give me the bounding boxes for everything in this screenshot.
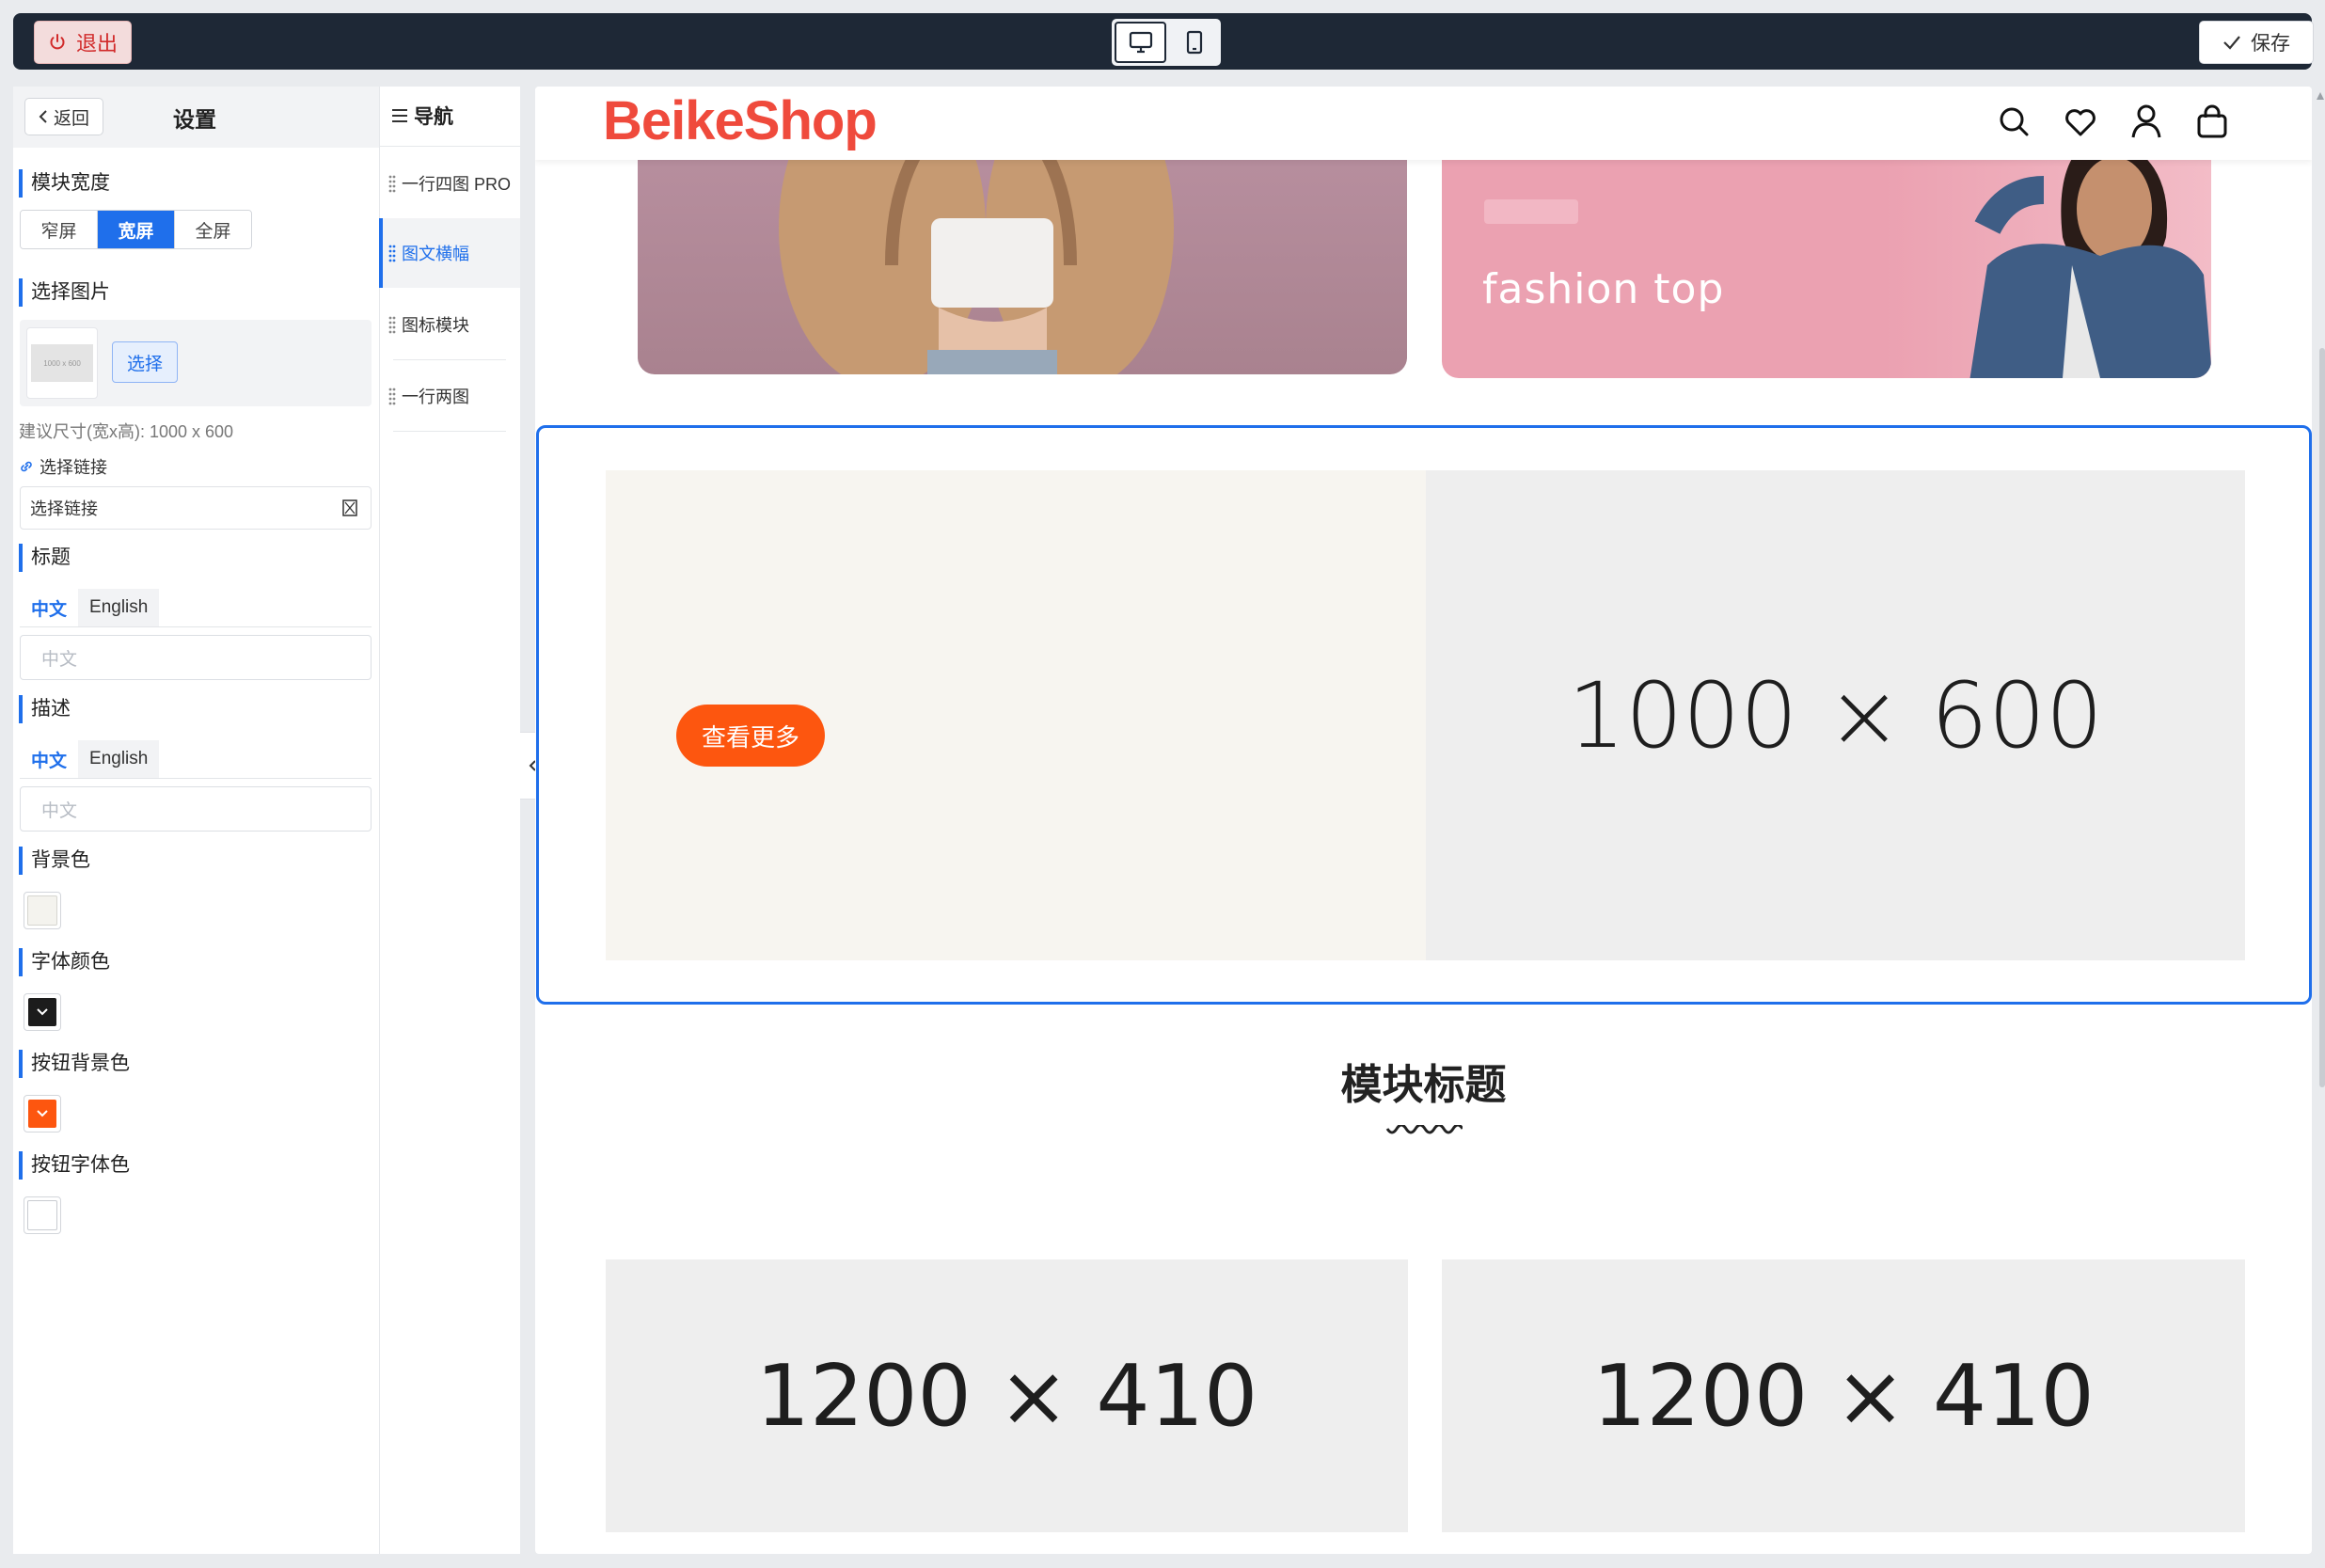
wave-divider-icon (1385, 1125, 1463, 1134)
font-color-fill (28, 998, 56, 1026)
bottom-image-right[interactable]: 1200 × 410 (1442, 1259, 2245, 1532)
button-bg-color-fill (28, 1100, 56, 1128)
image-placeholder[interactable]: 1000 × 600 (1426, 470, 2245, 960)
desc-section-label: 描述 (19, 695, 71, 723)
bg-color-fill (27, 895, 57, 926)
nav-item-image-text-banner[interactable]: 图文横幅 (379, 218, 520, 288)
choose-image-label: 选择图片 (19, 278, 110, 307)
nav-item-label: 一行两图 (402, 388, 469, 406)
button-font-color-swatch[interactable] (24, 1196, 61, 1234)
clear-icon[interactable] (342, 499, 357, 516)
preview-scrollbar[interactable] (2319, 348, 2325, 1087)
nav-divider (393, 431, 506, 432)
title-section-label: 标题 (19, 544, 71, 572)
choose-image-button[interactable]: 选择 (112, 341, 178, 383)
button-bg-color-label: 按钮背景色 (19, 1050, 130, 1078)
settings-title: 设置 (173, 107, 216, 132)
page-preview: fashion top BeikeShop 查看更多 1000 × 600 模块… (535, 87, 2312, 1554)
title-tab-zh[interactable]: 中文 (20, 589, 79, 626)
module-width-selector: 窄屏 宽屏 全屏 (20, 210, 252, 249)
bag-icon[interactable] (2195, 103, 2229, 139)
module-title: 模块标题 (1340, 1062, 1507, 1108)
search-icon[interactable] (1998, 105, 2032, 139)
module-width-label: 模块宽度 (19, 169, 110, 198)
exit-button[interactable]: 退出 (34, 21, 132, 64)
view-more-button[interactable]: 查看更多 (676, 705, 825, 767)
link-label: 选择链接 (40, 458, 107, 477)
width-option-narrow[interactable]: 窄屏 (21, 211, 98, 248)
nav-title-text: 导航 (414, 106, 453, 128)
title-tab-en[interactable]: English (78, 589, 160, 626)
drag-handle-icon[interactable] (388, 244, 396, 262)
desc-tab-divider (20, 778, 372, 779)
link-section: 选择链接 (19, 454, 107, 479)
nav-item-label: 图标模块 (402, 316, 469, 335)
nav-title: 导航 (391, 102, 453, 130)
link-selector[interactable]: 选择链接 (20, 486, 372, 530)
mobile-view-button[interactable] (1170, 22, 1218, 63)
brand-logo[interactable]: BeikeShop (603, 88, 878, 154)
desc-tab-zh[interactable]: 中文 (20, 740, 79, 778)
title-tab-divider (20, 626, 372, 627)
chevron-left-icon (39, 110, 47, 123)
save-label: 保存 (2251, 33, 2290, 55)
font-color-swatch[interactable] (24, 993, 61, 1031)
drag-handle-icon[interactable] (388, 315, 396, 334)
bottom-image-left[interactable]: 1200 × 410 (606, 1259, 1408, 1532)
nav-divider (393, 359, 506, 360)
desc-tab-en[interactable]: English (78, 740, 160, 778)
model-photo (1884, 143, 2211, 378)
link-field-value: 选择链接 (30, 499, 98, 518)
desc-lang-tabs: 中文 English (20, 740, 160, 778)
button-bg-color-swatch[interactable] (24, 1095, 61, 1132)
nav-item-four-images-pro[interactable]: 一行四图 PRO (379, 149, 520, 218)
nav-item-label: 一行四图 PRO (402, 175, 512, 194)
power-icon (50, 34, 65, 50)
back-button[interactable]: 返回 (24, 98, 103, 135)
back-label: 返回 (53, 108, 89, 129)
image-size-hint: 建议尺寸(宽x高): 1000 x 600 (19, 422, 234, 441)
chevron-down-icon (37, 1008, 48, 1016)
exit-label: 退出 (75, 32, 118, 55)
banner-caption: fashion top (1482, 265, 1725, 313)
drag-handle-icon[interactable] (388, 387, 396, 405)
phone-icon (1186, 30, 1202, 55)
banner-tag (1484, 199, 1578, 224)
nav-item-two-images[interactable]: 一行两图 (379, 361, 520, 431)
desktop-view-button[interactable] (1115, 22, 1166, 63)
chevron-down-icon (37, 1110, 48, 1117)
desc-input[interactable]: 中文 (20, 786, 372, 832)
drag-handle-icon[interactable] (388, 174, 396, 193)
title-input[interactable]: 中文 (20, 635, 372, 680)
monitor-icon (1129, 31, 1152, 54)
check-icon (2223, 36, 2240, 50)
scroll-up-arrow-icon[interactable] (2316, 90, 2325, 102)
bg-color-swatch[interactable] (24, 892, 61, 929)
banner-image-left[interactable] (638, 143, 1407, 374)
menu-icon (392, 109, 407, 122)
nav-item-label: 图文横幅 (402, 245, 469, 263)
model-photo (779, 143, 1174, 374)
width-option-full[interactable]: 全屏 (175, 211, 251, 248)
font-color-label: 字体颜色 (19, 948, 110, 976)
image-thumbnail[interactable]: 1000 x 600 (26, 327, 98, 399)
title-lang-tabs: 中文 English (20, 589, 160, 626)
save-button[interactable]: 保存 (2199, 21, 2314, 64)
width-option-wide[interactable]: 宽屏 (98, 211, 175, 248)
device-switcher (1112, 19, 1221, 66)
button-font-color-fill (27, 1200, 57, 1230)
nav-header-divider (379, 146, 520, 147)
thumbnail-placeholder: 1000 x 600 (31, 344, 93, 382)
nav-item-icon-module[interactable]: 图标模块 (379, 290, 520, 359)
link-icon (21, 461, 32, 472)
user-icon[interactable] (2129, 103, 2163, 139)
banner-image-right[interactable]: fashion top (1442, 143, 2211, 378)
button-font-color-label: 按钮字体色 (19, 1151, 130, 1180)
bg-color-label: 背景色 (19, 847, 90, 875)
heart-icon[interactable] (2064, 105, 2097, 139)
